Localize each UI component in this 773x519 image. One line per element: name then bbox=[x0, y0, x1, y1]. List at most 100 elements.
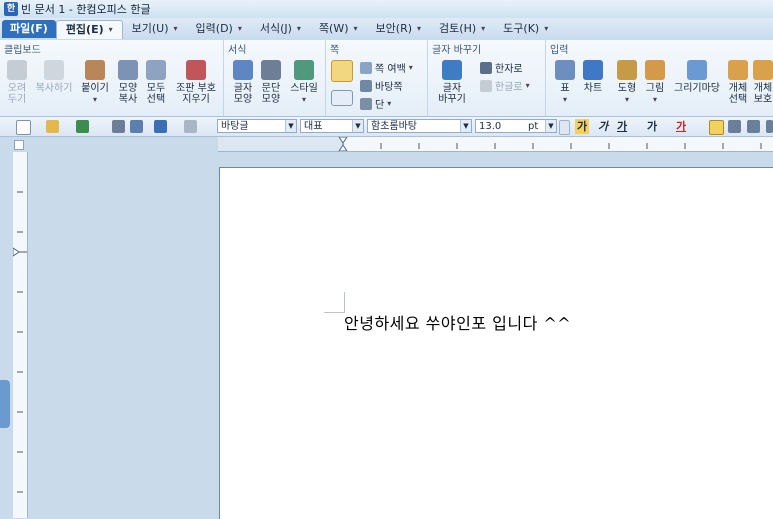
horizontal-ruler[interactable] bbox=[218, 137, 773, 152]
column-icon bbox=[360, 97, 372, 110]
style-button[interactable]: 스타일 ▾ bbox=[286, 60, 322, 105]
side-panel-toggle[interactable] bbox=[0, 380, 10, 428]
font-select[interactable]: 함초롬바탕 ▼ bbox=[367, 119, 472, 133]
preview-icon[interactable] bbox=[130, 120, 143, 133]
column-button[interactable]: 단 ▾ bbox=[360, 96, 391, 111]
shape-copy-button[interactable]: 모양 복사 bbox=[115, 60, 141, 105]
window-title: 빈 문서 1 - 한컴오피스 한글 bbox=[21, 3, 151, 16]
hangul-button[interactable]: 한글로 ▾ bbox=[480, 78, 530, 93]
group-clipboard: 클립보드 오려 두기 복사하기 붙이기 ▾ 모양 복사 모두 선택 조판 부호 … bbox=[0, 40, 224, 116]
menu-view[interactable]: 보기(U) ▾ bbox=[123, 20, 187, 38]
bold-button[interactable]: 가 bbox=[575, 119, 590, 134]
chevron-down-icon: ▾ bbox=[301, 95, 306, 104]
align-left-icon[interactable] bbox=[728, 120, 741, 133]
chevron-down-icon: ▾ bbox=[108, 24, 113, 34]
vertical-ruler-ticks bbox=[13, 191, 27, 493]
chevron-down-icon: ▾ bbox=[387, 99, 392, 108]
menu-tools[interactable]: 도구(K) ▾ bbox=[494, 20, 557, 38]
document-body-text[interactable]: 안녕하세요 쑤야인포 입니다 ^^ bbox=[344, 310, 571, 334]
size-stepper[interactable] bbox=[559, 120, 570, 135]
clear-marks-icon bbox=[186, 60, 206, 80]
style-icon bbox=[294, 60, 314, 80]
align-justify-icon[interactable] bbox=[709, 120, 724, 135]
chevron-down-icon: ▾ bbox=[652, 95, 657, 104]
group-convert: 글자 바꾸기 글자 바꾸기 한자로 한글로 ▾ bbox=[428, 40, 546, 116]
menu-security[interactable]: 보안(R) ▾ bbox=[367, 20, 430, 38]
brush-icon bbox=[118, 60, 138, 80]
chevron-down-icon: ▼ bbox=[460, 120, 471, 132]
title-bar: 한 빈 문서 1 - 한컴오피스 한글 bbox=[0, 0, 773, 18]
chart-icon bbox=[583, 60, 603, 80]
paragraph-icon bbox=[261, 60, 281, 80]
char-convert-button[interactable]: 글자 바꾸기 bbox=[434, 60, 470, 105]
table-icon bbox=[555, 60, 575, 80]
chart-button[interactable]: 차트 bbox=[580, 60, 606, 94]
group-title-clipboard: 클립보드 bbox=[4, 45, 41, 56]
table-button[interactable]: 표 ▾ bbox=[554, 60, 576, 105]
strike-button[interactable]: 가 bbox=[645, 119, 659, 134]
language-select[interactable]: 대표 ▼ bbox=[300, 119, 364, 133]
shape-button[interactable]: 도형 ▾ bbox=[614, 60, 640, 105]
redo-icon[interactable] bbox=[184, 120, 197, 133]
chevron-down-icon: ▾ bbox=[296, 24, 301, 33]
scissors-icon bbox=[7, 60, 27, 80]
menu-file[interactable]: 파일(F) bbox=[2, 20, 56, 38]
print-icon[interactable] bbox=[112, 120, 125, 133]
page-setup-button[interactable] bbox=[331, 60, 353, 85]
hanja-button[interactable]: 한자로 bbox=[480, 60, 523, 75]
vertical-ruler[interactable] bbox=[13, 152, 28, 518]
menu-bar: 파일(F) 편집(E) ▾ 보기(U) ▾ 입력(D) ▾ 서식(J) ▾ 쪽(W) ▾ … bbox=[0, 18, 773, 40]
chevron-down-icon: ▾ bbox=[92, 95, 97, 104]
hangul-icon bbox=[480, 79, 492, 92]
margin-corner-mark bbox=[324, 292, 345, 313]
object-select-icon bbox=[728, 60, 748, 80]
italic-button[interactable]: 가 bbox=[596, 119, 610, 134]
page-bg-icon bbox=[360, 79, 372, 92]
menu-edit[interactable]: 편집(E) ▾ bbox=[55, 19, 123, 39]
group-title-format: 서식 bbox=[228, 45, 247, 56]
style-select[interactable]: 바탕글 ▼ bbox=[217, 119, 297, 133]
cut-button[interactable]: 오려 두기 bbox=[4, 60, 30, 105]
page-outline-icon bbox=[331, 90, 353, 106]
document-page[interactable] bbox=[219, 167, 773, 519]
char-shape-button[interactable]: 글자 모양 bbox=[230, 60, 256, 105]
undo-icon[interactable] bbox=[154, 120, 167, 133]
picture-button[interactable]: 그림 ▾ bbox=[642, 60, 668, 105]
chevron-down-icon: ▾ bbox=[408, 63, 413, 72]
chevron-down-icon: ▾ bbox=[525, 81, 530, 90]
menu-review[interactable]: 검토(H) ▾ bbox=[430, 20, 494, 38]
clipboard-icon bbox=[85, 60, 105, 80]
object-select-button[interactable]: 개체 선택 bbox=[726, 60, 750, 105]
select-all-button[interactable]: 모두 선택 bbox=[143, 60, 169, 105]
size-unit: pt bbox=[528, 121, 539, 132]
group-format: 서식 글자 모양 문단 모양 스타일 ▾ bbox=[224, 40, 326, 116]
menu-insert[interactable]: 입력(D) ▾ bbox=[187, 20, 251, 38]
hwp-app-icon: 한 bbox=[4, 2, 18, 16]
underline-button[interactable]: 가 bbox=[615, 119, 629, 134]
draw-market-button[interactable]: 그리기마당 bbox=[670, 60, 724, 94]
chevron-down-icon: ▾ bbox=[353, 24, 358, 33]
open-folder-icon[interactable] bbox=[46, 120, 59, 133]
font-color-button[interactable]: 가 bbox=[674, 119, 688, 134]
format-toolbar: 바탕글 ▼ 대표 ▼ 함초롬바탕 ▼ 13.0 pt ▼ 가 가 가 가 가 bbox=[0, 117, 773, 137]
clear-marks-button[interactable]: 조판 부호 지우기 bbox=[171, 60, 221, 105]
copy-button[interactable]: 복사하기 bbox=[34, 60, 74, 94]
align-right-icon[interactable] bbox=[766, 120, 773, 133]
align-center-icon[interactable] bbox=[747, 120, 760, 133]
ruler-corner[interactable] bbox=[14, 140, 24, 150]
para-shape-button[interactable]: 문단 모양 bbox=[258, 60, 284, 105]
chevron-down-icon: ▾ bbox=[562, 95, 567, 104]
menu-page[interactable]: 쪽(W) ▾ bbox=[310, 20, 367, 38]
object-protect-icon bbox=[753, 60, 773, 80]
object-protect-button[interactable]: 개체 보호 bbox=[752, 60, 773, 105]
font-size-field[interactable]: 13.0 pt ▼ bbox=[475, 119, 557, 133]
paste-button[interactable]: 붙이기 ▾ bbox=[80, 60, 110, 105]
group-input: 입력 표 ▾ 차트 도형 ▾ 그림 ▾ 그리기마당 개체 선택 개체 보호 bbox=[546, 40, 773, 116]
page-bg-button[interactable]: 바탕쪽 bbox=[360, 78, 403, 93]
page-bottom-button[interactable] bbox=[331, 90, 353, 109]
save-icon[interactable] bbox=[76, 120, 89, 133]
copy-icon bbox=[44, 60, 64, 80]
menu-format[interactable]: 서식(J) ▾ bbox=[251, 20, 310, 38]
page-margin-button[interactable]: 쪽 여백 ▾ bbox=[360, 60, 413, 75]
new-document-icon[interactable] bbox=[16, 120, 31, 135]
